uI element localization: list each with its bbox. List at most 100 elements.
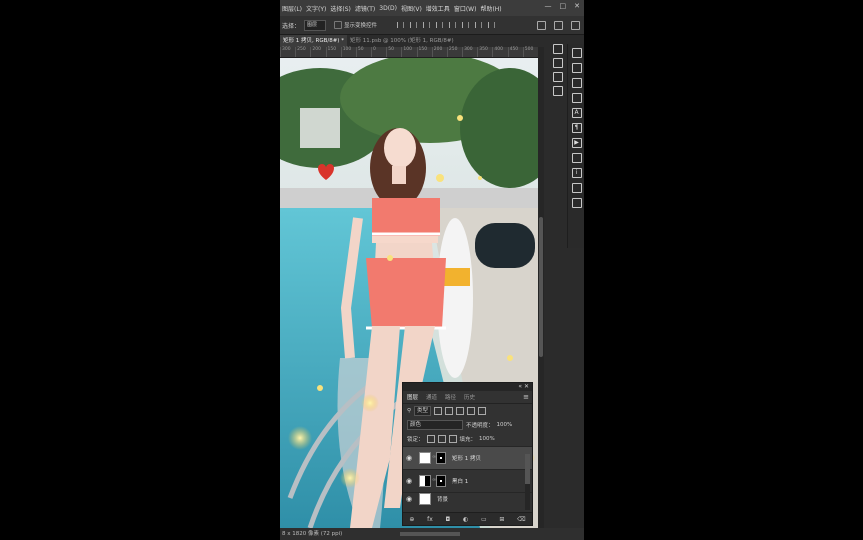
ruler-tick: 300 xyxy=(462,47,477,57)
panel-tabs: 图层 通道 路径 历史 ≡ xyxy=(403,391,532,404)
eye-icon[interactable]: ◉ xyxy=(403,454,415,462)
layer-mask-thumbnail[interactable] xyxy=(436,452,446,464)
blend-row: 颜色 不透明度： 100% xyxy=(403,418,532,432)
circle-icon[interactable] xyxy=(571,78,582,88)
lock-position-icon[interactable] xyxy=(437,435,446,443)
tab-layers[interactable]: 图层 xyxy=(403,393,422,401)
paragraph-icon[interactable]: ¶ xyxy=(571,123,582,133)
more-align-icon[interactable] xyxy=(488,22,496,28)
lock-pixels-icon[interactable] xyxy=(426,435,435,443)
tab-document-1[interactable]: 矩形 1 拷贝, RGB/8#) * xyxy=(280,35,347,47)
auto-select-label: 选择： xyxy=(282,22,301,30)
auto-select-dropdown[interactable]: 图层 xyxy=(304,19,327,31)
lock-row: 锁定： 填充： 100% xyxy=(403,432,532,446)
align-top-icon[interactable] xyxy=(436,22,444,28)
copy-icon[interactable] xyxy=(571,93,582,103)
opacity-value[interactable]: 100% xyxy=(497,422,513,428)
menu-filter[interactable]: 滤镜(T) xyxy=(353,4,377,13)
canvas-vertical-scrollbar[interactable] xyxy=(538,47,544,528)
share-icon[interactable] xyxy=(571,21,580,30)
adjustment-icon[interactable]: ◐ xyxy=(463,516,468,523)
fx-icon[interactable]: fx xyxy=(427,516,433,523)
layer-row[interactable]: ◉ ∞ 矩形 1 拷贝 xyxy=(403,446,532,469)
scroll-thumb[interactable] xyxy=(539,217,543,357)
layer-mask-thumbnail[interactable] xyxy=(436,475,446,487)
doc-icon[interactable] xyxy=(571,153,582,163)
cursor-icon[interactable] xyxy=(571,183,582,193)
adjust-filter-icon[interactable] xyxy=(445,407,454,415)
swatch-icon[interactable] xyxy=(553,72,563,82)
text-tool-icon[interactable]: A xyxy=(571,108,582,118)
layers-scrollbar[interactable] xyxy=(525,454,530,510)
menu-layer[interactable]: 图层(L) xyxy=(280,4,304,13)
tab-paths[interactable]: 路径 xyxy=(441,393,460,401)
minimize-button[interactable]: — xyxy=(545,2,552,10)
play-icon[interactable]: ▶ xyxy=(571,138,582,148)
layer-row[interactable]: ◉ 背景 xyxy=(403,492,532,505)
lock-all-icon[interactable] xyxy=(448,435,457,443)
menu-select[interactable]: 选择(S) xyxy=(328,4,353,13)
menu-view[interactable]: 视图(V) xyxy=(399,4,424,13)
layer-row[interactable]: ◉ ∞ 黑白 1 xyxy=(403,469,532,492)
mask-icon[interactable]: ◘ xyxy=(446,516,451,523)
maximize-button[interactable]: □ xyxy=(560,2,567,10)
lock-label: 锁定： xyxy=(407,437,424,443)
options-right-tools xyxy=(537,21,580,30)
align-left-icon[interactable] xyxy=(397,22,405,28)
tab-document-2[interactable]: 矩形 11.psb @ 100% (矩形 1, RGB/8#) xyxy=(347,35,457,47)
align-center-icon[interactable] xyxy=(410,22,418,28)
panel-header: « ✕ xyxy=(403,383,532,391)
grid-icon[interactable] xyxy=(553,86,563,96)
tab-channels[interactable]: 通道 xyxy=(422,393,441,401)
tab-history[interactable]: 历史 xyxy=(460,393,479,401)
ruler-tick: 150 xyxy=(416,47,432,57)
status-scrollbar[interactable] xyxy=(400,532,460,536)
text-filter-icon[interactable] xyxy=(456,407,465,415)
ruler-tick: 0 xyxy=(371,47,386,57)
image-filter-icon[interactable] xyxy=(434,407,443,415)
show-transform-label: 显示变换控件 xyxy=(344,23,378,29)
link-icon[interactable]: ⊕ xyxy=(409,516,414,523)
folder-icon[interactable]: ▭ xyxy=(481,516,487,523)
scroll-thumb[interactable] xyxy=(525,454,530,484)
3d-icon[interactable] xyxy=(553,44,563,54)
ruler-tick: 300 xyxy=(280,47,295,57)
workspace-icon[interactable] xyxy=(554,21,563,30)
distribute-icon[interactable] xyxy=(475,22,483,28)
layer-thumbnail xyxy=(419,493,431,505)
align-right-icon[interactable] xyxy=(423,22,431,28)
info-icon[interactable]: i xyxy=(571,168,582,178)
ruler-tick: 250 xyxy=(446,47,462,57)
search-icon[interactable] xyxy=(537,21,546,30)
filter-row: ⚲ 类型 xyxy=(403,404,532,418)
align-buttons xyxy=(397,22,496,28)
panel-collapse-icon[interactable]: « ✕ xyxy=(518,383,529,390)
panel-menu-icon[interactable]: ≡ xyxy=(523,393,529,401)
menu-window[interactable]: 窗口(W) xyxy=(452,4,479,13)
ruler-tick: 400 xyxy=(492,47,507,57)
menu-plugins[interactable]: 增效工具 xyxy=(424,4,452,13)
comment-icon[interactable] xyxy=(571,198,582,208)
new-layer-icon[interactable]: ⊞ xyxy=(499,516,504,523)
align-middle-icon[interactable] xyxy=(449,22,457,28)
align-bottom-icon[interactable] xyxy=(462,22,470,28)
trash-icon[interactable]: ⌫ xyxy=(517,516,525,523)
menu-type[interactable]: 文字(Y) xyxy=(304,4,328,13)
filter-dropdown[interactable]: 类型 xyxy=(414,406,432,416)
close-button[interactable]: ✕ xyxy=(574,2,580,10)
fill-value[interactable]: 100% xyxy=(479,436,495,442)
layer-name[interactable]: 矩形 1 拷贝 xyxy=(452,454,481,462)
table-icon[interactable] xyxy=(553,58,563,68)
layer-name[interactable]: 背景 xyxy=(437,495,448,503)
eye-icon[interactable]: ◉ xyxy=(403,495,415,503)
brush-tool-icon[interactable] xyxy=(571,48,582,58)
sliders-icon[interactable] xyxy=(571,63,582,73)
shape-filter-icon[interactable] xyxy=(467,407,476,415)
show-transform-checkbox[interactable] xyxy=(334,21,343,29)
smart-filter-icon[interactable] xyxy=(478,407,487,415)
eye-icon[interactable]: ◉ xyxy=(403,477,415,485)
menu-3d[interactable]: 3D(D) xyxy=(377,5,399,12)
blend-mode-dropdown[interactable]: 颜色 xyxy=(407,420,463,430)
layer-name[interactable]: 黑白 1 xyxy=(452,477,468,485)
menu-help[interactable]: 帮助(H) xyxy=(478,4,503,13)
